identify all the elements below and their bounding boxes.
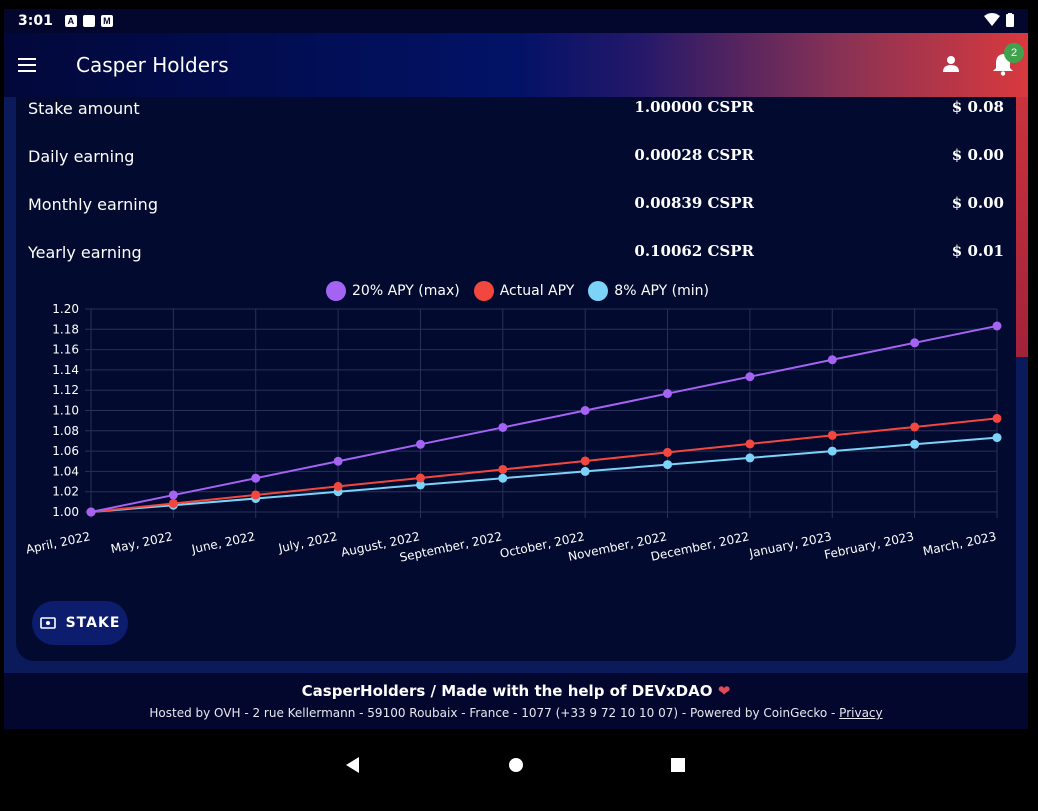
sd-card-icon bbox=[82, 15, 95, 27]
x-tick-label: January, 2023 bbox=[747, 529, 833, 560]
data-point bbox=[251, 490, 261, 500]
x-tick-label: July, 2022 bbox=[276, 529, 338, 555]
gmail-icon: M bbox=[100, 15, 113, 27]
x-tick-label: February, 2023 bbox=[823, 529, 915, 562]
data-point bbox=[992, 413, 1002, 423]
data-point bbox=[498, 464, 508, 474]
heart-icon: ❤ bbox=[717, 682, 731, 700]
footer-credit: CasperHolders / Made with the help of DE… bbox=[4, 682, 1028, 700]
navigation-bar bbox=[0, 729, 1038, 811]
footer-hosting-text: Hosted by OVH - 2 rue Kellermann - 59100… bbox=[149, 706, 840, 720]
stake-button-label: STAKE bbox=[65, 615, 121, 631]
notifications-button[interactable]: 2 bbox=[988, 43, 1024, 79]
home-button[interactable] bbox=[496, 745, 536, 785]
y-tick-label: 1.18 bbox=[52, 322, 79, 336]
y-tick-label: 1.12 bbox=[52, 383, 79, 397]
data-point bbox=[498, 473, 508, 483]
back-icon bbox=[346, 757, 359, 773]
data-point bbox=[580, 466, 590, 476]
data-point bbox=[580, 406, 590, 415]
data-point bbox=[663, 460, 673, 470]
apy-chart: 1.00 1.02 1.04 1.06 1.08 1.10 1.12 1.14 1.16 1.18… bbox=[25, 302, 1002, 565]
background-accent bbox=[1016, 97, 1028, 357]
data-point bbox=[910, 439, 920, 449]
data-point bbox=[580, 456, 590, 466]
data-point bbox=[333, 481, 343, 491]
data-point bbox=[663, 447, 673, 457]
staking-card: Stake amount 1.00000 CSPR $ 0.08 Daily e… bbox=[16, 85, 1016, 661]
status-bar: 3:01 A M bbox=[4, 9, 1028, 33]
y-tick-label: 1.14 bbox=[52, 363, 79, 377]
data-point bbox=[827, 446, 837, 456]
battery-icon bbox=[1006, 13, 1014, 27]
back-button[interactable] bbox=[333, 745, 373, 785]
data-point bbox=[745, 372, 755, 382]
footer: CasperHolders / Made with the help of DE… bbox=[4, 673, 1028, 729]
x-tick-label: May, 2022 bbox=[109, 529, 174, 556]
data-point bbox=[498, 422, 508, 432]
y-tick-label: 1.06 bbox=[52, 444, 79, 458]
data-point bbox=[992, 433, 1002, 443]
recents-button[interactable] bbox=[658, 745, 698, 785]
data-point bbox=[333, 456, 343, 466]
data-point bbox=[86, 507, 96, 517]
x-tick-label: April, 2022 bbox=[25, 529, 92, 556]
footer-hosting: Hosted by OVH - 2 rue Kellermann - 59100… bbox=[4, 706, 1028, 720]
notification-badge: 2 bbox=[1004, 43, 1024, 63]
app-a-icon: A bbox=[64, 15, 77, 27]
data-point bbox=[992, 321, 1002, 331]
cash-icon bbox=[39, 617, 56, 629]
y-tick-label: 1.10 bbox=[52, 404, 79, 418]
y-tick-label: 1.08 bbox=[52, 424, 79, 438]
recents-icon bbox=[671, 758, 685, 772]
data-point bbox=[910, 338, 920, 348]
data-point bbox=[168, 498, 178, 508]
app-title: Casper Holders bbox=[76, 53, 229, 77]
menu-icon[interactable] bbox=[18, 51, 46, 79]
y-tick-label: 1.02 bbox=[52, 485, 79, 499]
home-icon bbox=[509, 758, 523, 772]
series-line bbox=[90, 324, 998, 513]
app-bar: Casper Holders 2 bbox=[4, 33, 1028, 97]
status-time: 3:01 bbox=[18, 13, 53, 29]
y-tick-label: 1.00 bbox=[52, 505, 79, 519]
data-point bbox=[827, 355, 837, 365]
data-point bbox=[827, 430, 837, 440]
y-tick-label: 1.16 bbox=[52, 343, 79, 357]
data-point bbox=[415, 473, 425, 483]
wifi-icon bbox=[984, 13, 1000, 26]
footer-credit-text: CasperHolders / Made with the help of DE… bbox=[301, 682, 713, 700]
person-icon bbox=[943, 56, 959, 72]
series-line bbox=[90, 417, 998, 513]
account-button[interactable] bbox=[936, 49, 966, 79]
data-point bbox=[663, 389, 673, 399]
series-line bbox=[90, 436, 998, 513]
data-point bbox=[251, 473, 261, 483]
x-tick-label: June, 2022 bbox=[190, 529, 257, 556]
data-point bbox=[910, 422, 920, 432]
y-tick-label: 1.20 bbox=[52, 302, 79, 316]
data-point bbox=[745, 453, 755, 463]
data-point bbox=[415, 439, 425, 449]
data-point bbox=[168, 490, 178, 500]
privacy-link[interactable]: Privacy bbox=[839, 706, 882, 720]
data-point bbox=[745, 439, 755, 449]
x-tick-label: March, 2023 bbox=[922, 529, 998, 558]
stake-button[interactable]: STAKE bbox=[32, 601, 128, 645]
y-tick-label: 1.04 bbox=[52, 464, 79, 478]
